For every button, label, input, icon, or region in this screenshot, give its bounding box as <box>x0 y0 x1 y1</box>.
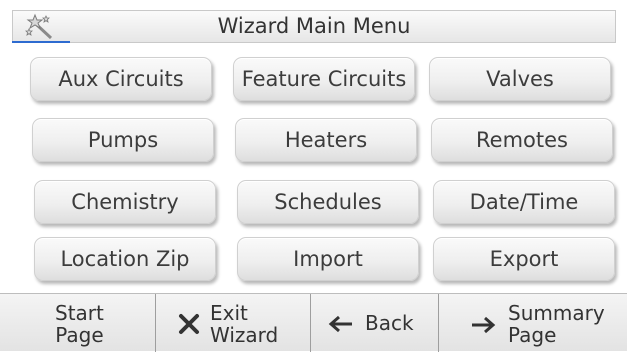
valves-button[interactable]: Valves <box>429 57 611 101</box>
aux-circuits-button[interactable]: Aux Circuits <box>30 57 212 101</box>
arrow-left-icon <box>328 315 352 333</box>
arrow-right-icon <box>472 316 496 334</box>
footer-nav: Start Page Exit Wizard Back Summary Page <box>0 293 627 352</box>
heaters-button[interactable]: Heaters <box>235 118 417 162</box>
location-zip-button[interactable]: Location Zip <box>34 237 216 281</box>
menu-grid: Aux Circuits Feature Circuits Valves Pum… <box>0 44 627 290</box>
back-label: Back <box>365 311 414 335</box>
title-accent-underline <box>12 41 70 43</box>
import-button[interactable]: Import <box>237 237 419 281</box>
chemistry-button[interactable]: Chemistry <box>34 180 216 224</box>
exit-wizard-button[interactable]: Exit Wizard <box>156 294 311 352</box>
date-time-button[interactable]: Date/Time <box>433 180 615 224</box>
back-button[interactable]: Back <box>311 294 439 352</box>
exit-wizard-label: Exit Wizard <box>210 301 279 347</box>
start-page-label: Start Page <box>55 301 104 347</box>
feature-circuits-button[interactable]: Feature Circuits <box>233 57 415 101</box>
summary-page-button[interactable]: Summary Page <box>439 294 627 352</box>
page-title: Wizard Main Menu <box>217 14 411 38</box>
export-button[interactable]: Export <box>433 237 615 281</box>
close-x-icon <box>179 314 199 334</box>
title-bar: Wizard Main Menu <box>12 10 616 43</box>
pumps-button[interactable]: Pumps <box>32 118 214 162</box>
start-page-button[interactable]: Start Page <box>0 294 156 352</box>
schedules-button[interactable]: Schedules <box>237 180 419 224</box>
remotes-button[interactable]: Remotes <box>431 118 613 162</box>
summary-page-label: Summary Page <box>508 301 605 347</box>
